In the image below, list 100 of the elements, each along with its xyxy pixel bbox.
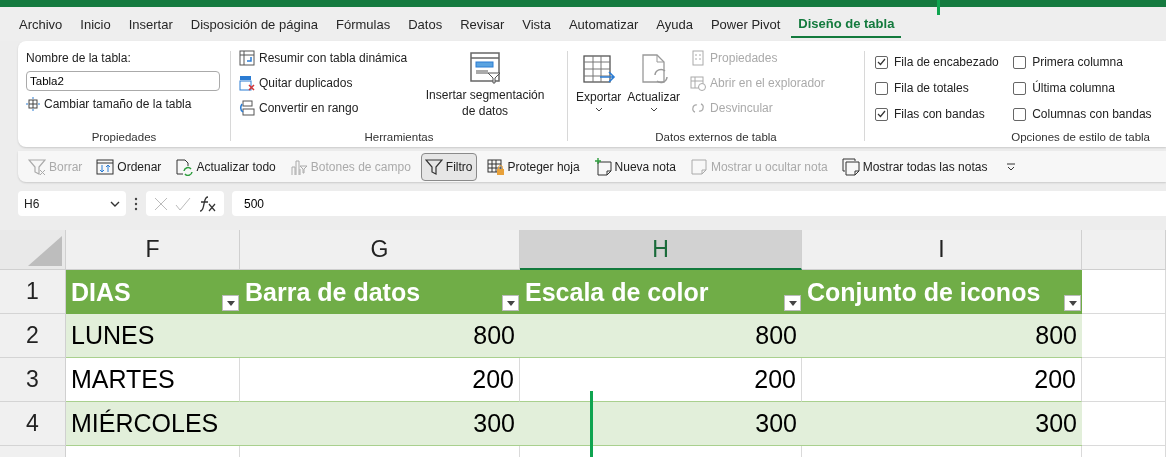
- dropdown-arrow-icon: [506, 300, 515, 306]
- overflow-chevron-icon: [1006, 161, 1017, 172]
- table-cell: 200: [1034, 365, 1076, 394]
- table-cell: 300: [1035, 409, 1077, 438]
- group-label: Opciones de estilo de tabla: [1010, 131, 1151, 145]
- ribbon-tab[interactable]: Ayuda: [649, 11, 700, 37]
- triangle-icon: [28, 236, 62, 266]
- checkbox-option[interactable]: Fila de totales: [875, 75, 1004, 101]
- table-cell: 300: [473, 409, 515, 438]
- refresh-all-icon: [175, 157, 194, 176]
- field-buttons-icon: [289, 157, 308, 176]
- table-cell: 300: [755, 409, 797, 438]
- dropdown-arrow-icon: [788, 300, 797, 306]
- checkbox-option[interactable]: Columnas con bandas: [1013, 101, 1156, 127]
- chevron-down-icon: [594, 107, 603, 113]
- resize-table-button[interactable]: Cambiar tamaño de la tabla: [26, 97, 222, 111]
- column-header[interactable]: I: [802, 230, 1082, 270]
- checkbox-option[interactable]: Filas con bandas: [875, 101, 1004, 127]
- pivot-table-icon: [239, 50, 255, 66]
- column-header[interactable]: G: [240, 230, 520, 270]
- ribbon-button[interactable]: Quitar duplicados: [239, 75, 408, 91]
- dropdown-arrow-icon: [1068, 300, 1077, 306]
- name-box[interactable]: H6: [18, 191, 126, 216]
- column-header[interactable]: H: [520, 230, 802, 270]
- filter-dropdown-button[interactable]: [1064, 295, 1081, 311]
- protect-sheet-icon: [486, 157, 505, 176]
- ribbon-tab[interactable]: Archivo: [12, 11, 70, 37]
- slicer-icon: [468, 51, 503, 85]
- toolbar-button[interactable]: Filtro: [420, 152, 477, 181]
- checkbox[interactable]: [875, 107, 888, 121]
- toolbar-button[interactable]: Actualizar todo: [171, 152, 280, 181]
- ribbon-button[interactable]: Convertir en rango: [239, 100, 408, 116]
- convert-range-icon: [239, 100, 255, 116]
- group-label: Datos externos de tabla: [654, 131, 778, 145]
- sort-icon: [96, 157, 115, 176]
- table-cell: 800: [473, 321, 515, 350]
- ribbon-tab[interactable]: Vista: [515, 11, 558, 37]
- notes-icon: [841, 157, 860, 176]
- ribbon-tab[interactable]: Datos: [401, 11, 450, 37]
- toolbar-button[interactable]: Proteger hoja: [482, 152, 584, 181]
- table-cell: LUNES: [71, 321, 155, 350]
- table-cell: 800: [1035, 321, 1077, 350]
- formula-field[interactable]: 500: [232, 191, 1166, 216]
- filter-dropdown-button[interactable]: [784, 295, 801, 311]
- table-cell: 200: [472, 365, 514, 394]
- note-icon: [689, 157, 708, 176]
- table-header-cell: Escala de color: [525, 277, 709, 307]
- filter-dropdown-button[interactable]: [222, 295, 239, 311]
- row-header[interactable]: 4: [0, 402, 66, 446]
- row-header[interactable]: 1: [0, 270, 66, 314]
- ribbon-tab[interactable]: Disposición de página: [183, 11, 325, 37]
- table-header-cell: DIAS: [71, 277, 131, 307]
- chevron-down-icon: [649, 107, 658, 113]
- checkbox[interactable]: [875, 81, 888, 95]
- refresh-button[interactable]: Actualizar: [627, 47, 681, 131]
- row-header[interactable]: 3: [0, 358, 66, 402]
- column-header[interactable]: F: [66, 230, 240, 270]
- dropdown-arrow-icon: [226, 300, 235, 306]
- checkbox-option[interactable]: Última columna: [1013, 75, 1156, 101]
- checkbox-option[interactable]: Primera columna: [1013, 49, 1156, 75]
- row-header[interactable]: 2: [0, 314, 66, 358]
- group-label: Herramientas: [363, 131, 435, 145]
- table-cell: 200: [754, 365, 796, 394]
- ribbon-tab[interactable]: Fórmulas: [329, 11, 398, 37]
- chevron-down-icon: [110, 200, 120, 207]
- field-label: Nombre de la tabla:: [26, 51, 132, 65]
- properties-icon: [690, 50, 707, 66]
- group-label: Propiedades: [90, 131, 158, 145]
- table-globe-icon: [690, 75, 707, 91]
- ribbon-tab[interactable]: Revisar: [453, 11, 512, 37]
- ribbon-tab[interactable]: Power Pivot: [703, 11, 788, 37]
- filter-dropdown-button[interactable]: [502, 295, 519, 311]
- filter-icon: [28, 157, 46, 176]
- toolbar-button[interactable]: Mostrar todas las notas: [837, 152, 992, 181]
- ribbon-tab[interactable]: Insertar: [121, 11, 180, 37]
- resize-icon: [26, 97, 40, 111]
- ribbon-tab[interactable]: Diseño de tabla: [791, 10, 902, 38]
- table-cell: MIÉRCOLES: [71, 409, 219, 438]
- ribbon-tab[interactable]: Automatizar: [561, 11, 646, 37]
- table-cell: 800: [755, 321, 797, 350]
- toolbar-button[interactable]: Ordenar: [92, 152, 166, 181]
- table-cell: MARTES: [71, 365, 175, 394]
- drag-handle-icon[interactable]: [134, 196, 138, 211]
- checkbox[interactable]: [1013, 81, 1027, 95]
- table-header-cell: Conjunto de iconos: [807, 277, 1041, 307]
- toolbar-button[interactable]: Nueva nota: [589, 152, 680, 181]
- insert-slicer-button[interactable]: Insertar segmentación de datos: [421, 47, 550, 131]
- remove-duplicates-icon: [239, 75, 255, 91]
- ribbon-button[interactable]: Resumir con tabla dinámica: [239, 50, 408, 66]
- function-icon[interactable]: [198, 195, 217, 212]
- table-name-field[interactable]: Tabla2: [26, 71, 220, 91]
- ribbon-tab[interactable]: Inicio: [73, 11, 118, 37]
- checkbox[interactable]: [1013, 55, 1027, 69]
- filter-icon: [424, 157, 443, 176]
- checkbox-option[interactable]: Fila de encabezado: [875, 49, 1004, 75]
- table-header-cell: Barra de datos: [245, 277, 421, 307]
- checkbox[interactable]: [1013, 107, 1027, 121]
- check-icon[interactable]: [175, 196, 191, 211]
- export-button[interactable]: Exportar: [576, 47, 622, 131]
- checkbox[interactable]: [875, 55, 888, 69]
